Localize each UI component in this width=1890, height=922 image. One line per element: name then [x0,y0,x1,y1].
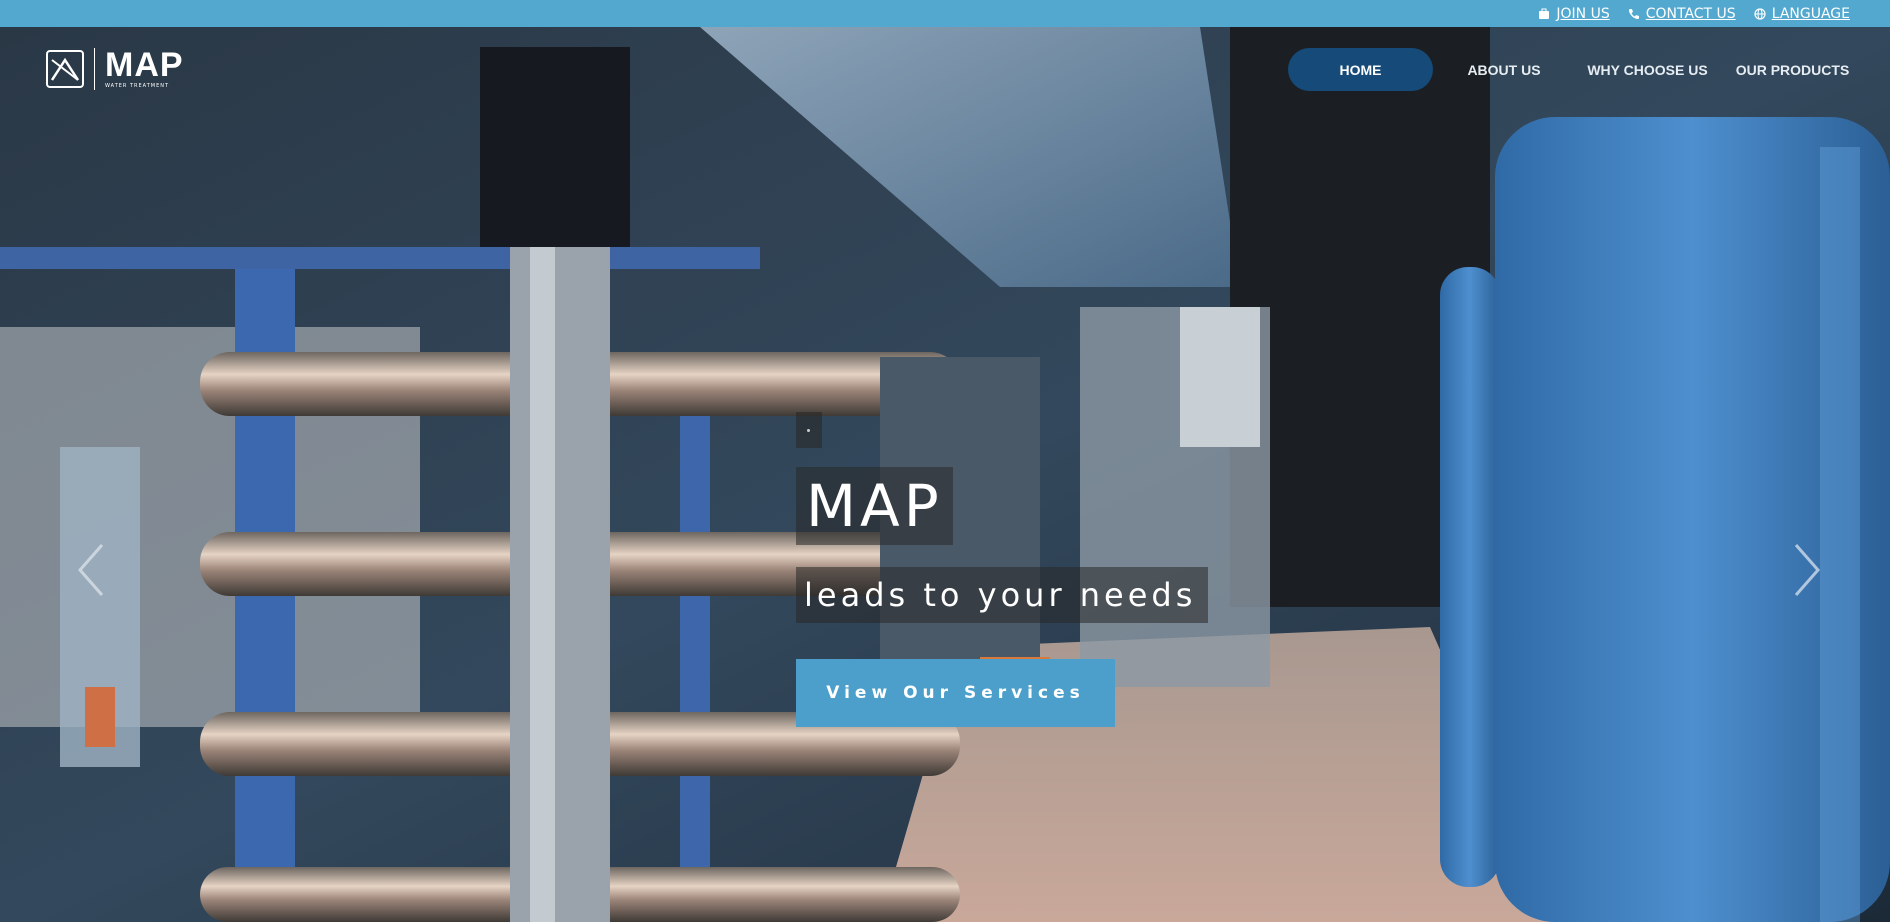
language-link[interactable]: LANGUAGE [1754,6,1850,22]
slider-prev-button[interactable] [72,540,112,600]
join-us-label: JOIN US [1556,5,1610,22]
globe-icon [1754,7,1766,20]
view-services-button[interactable]: View Our Services [796,659,1115,727]
hero-subtitle: leads to your needs [796,567,1208,623]
site-logo[interactable]: MAP WATER TREATMENT [46,48,184,90]
top-links: JOIN US CONTACT US LANGUAGE [1538,0,1850,27]
logo-title: MAP [105,46,184,84]
chevron-right-icon [1794,544,1820,596]
contact-us-link[interactable]: CONTACT US [1628,6,1736,22]
nav-why-choose-us[interactable]: WHY CHOOSE US [1575,48,1720,91]
hero-title: MAP [796,467,953,545]
slide-indicator [796,412,822,448]
logo-text: MAP WATER TREATMENT [105,46,184,89]
nav-our-products[interactable]: OUR PRODUCTS [1720,48,1865,91]
top-utility-bar: JOIN US CONTACT US LANGUAGE [0,0,1890,27]
join-us-link[interactable]: JOIN US [1538,5,1610,22]
logo-icon [46,50,84,88]
main-navigation: HOME ABOUT US WHY CHOOSE US OUR PRODUCTS [1288,48,1865,91]
language-label: LANGUAGE [1771,5,1850,22]
logo-subtitle: WATER TREATMENT [105,83,170,89]
contact-us-label: CONTACT US [1645,5,1736,22]
phone-icon [1628,8,1639,19]
nav-home[interactable]: HOME [1288,48,1433,91]
chevron-left-icon [78,544,104,596]
briefcase-icon [1539,8,1550,19]
logo-divider [94,48,95,90]
nav-about-us[interactable]: ABOUT US [1433,48,1575,91]
slider-next-button[interactable] [1786,540,1826,600]
